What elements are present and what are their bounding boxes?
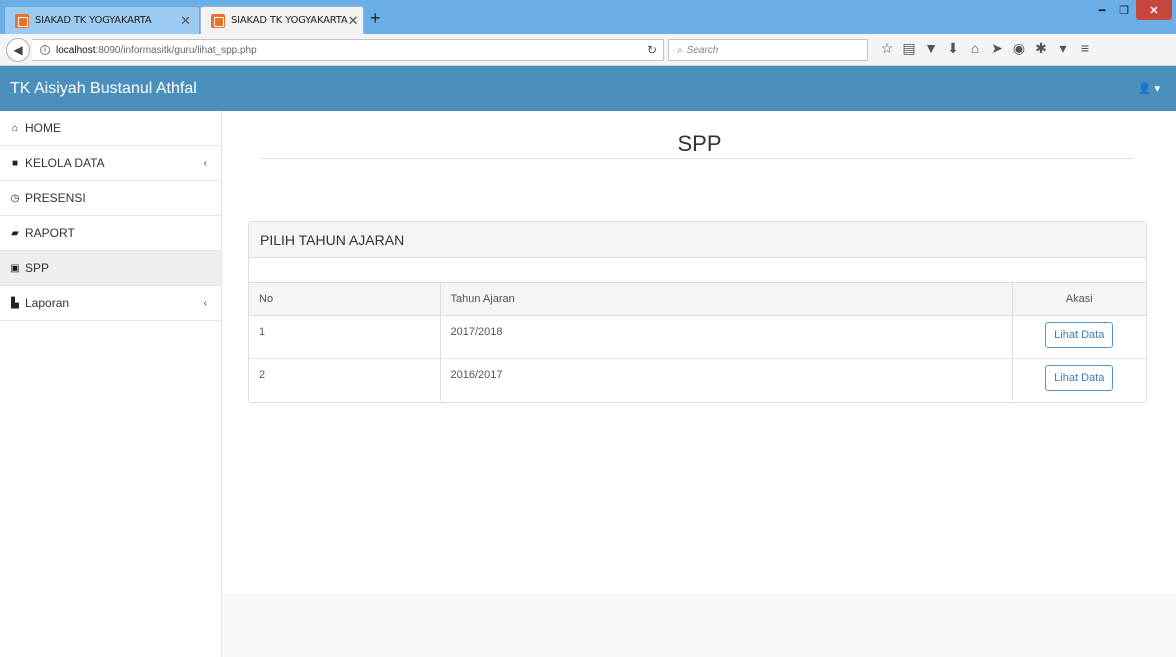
chat-icon[interactable]: ◉ <box>1012 40 1026 57</box>
sidebar-item-label: KELOLA DATA <box>25 156 105 170</box>
extension-icon[interactable]: ✱ <box>1034 40 1048 57</box>
url-host: localhost <box>56 44 96 56</box>
cell-akasi: Lihat Data <box>1012 358 1146 401</box>
column-header-tahun-ajaran: Tahun Ajaran <box>440 283 1013 316</box>
browser-toolbar: ☆ ▤ ▼ ⬇ ⌂ ➤ ◉ ✱ ▾ ≡ <box>880 40 1092 57</box>
sidebar-item-label: SPP <box>25 261 50 275</box>
sidebar-item-laporan[interactable]: ▙ Laporan ‹ <box>0 286 221 321</box>
sidebar-item-spp[interactable]: ▣ SPP <box>0 251 221 286</box>
column-header-akasi: Akasi <box>1012 283 1146 316</box>
sidebar-item-label: HOME <box>25 121 61 135</box>
sidebar-item-presensi[interactable]: ◷ PRESENSI <box>0 181 221 216</box>
chevron-left-icon: ‹ <box>203 297 207 309</box>
sidebar-item-label: RAPORT <box>25 226 75 240</box>
reload-icon[interactable]: ↻ <box>647 43 657 57</box>
site-favicon-icon <box>211 13 225 28</box>
tahun-ajaran-panel: PILIH TAHUN AJARAN No Tahun Ajaran Akasi… <box>248 221 1147 403</box>
tab-title: SIAKAD TK YOGYAKARTA <box>35 15 152 26</box>
url-path: :8090/informasitk/guru/lihat_spp.php <box>95 44 257 56</box>
search-icon: ⌕ <box>677 44 683 56</box>
tahun-ajaran-table: No Tahun Ajaran Akasi 1 2017/2018 Lihat … <box>249 283 1146 401</box>
info-icon[interactable]: i <box>40 45 50 55</box>
cell-no: 1 <box>249 315 441 359</box>
back-arrow-icon[interactable]: ◀ <box>6 38 30 62</box>
home-icon: ⌂ <box>11 122 19 134</box>
site-favicon-icon <box>15 13 29 28</box>
cell-no: 2 <box>249 358 441 401</box>
restore-window-icon[interactable]: ❐ <box>1114 0 1134 20</box>
sidebar: ⌂ HOME ■ KELOLA DATA ‹ ◷ PRESENSI ▰ RAPO… <box>0 111 222 657</box>
address-bar[interactable]: i localhost :8090/informasitk/guru/lihat… <box>32 39 664 61</box>
close-tab-icon[interactable]: ✕ <box>180 13 191 29</box>
chevron-down-icon: ▾ <box>1154 83 1160 95</box>
home-icon[interactable]: ⌂ <box>968 40 982 57</box>
sidebar-item-home[interactable]: ⌂ HOME <box>0 111 221 146</box>
cell-tahun-ajaran: 2016/2017 <box>440 358 1013 401</box>
sidebar-item-kelola-data[interactable]: ■ KELOLA DATA ‹ <box>0 146 221 181</box>
money-icon: ▣ <box>10 262 20 274</box>
browser-search-input[interactable]: ⌕ Search <box>668 39 868 61</box>
menu-icon[interactable]: ≡ <box>1078 40 1092 57</box>
page-title: SPP <box>677 131 722 156</box>
dropdown-icon[interactable]: ▾ <box>1056 40 1070 57</box>
download-icon[interactable]: ⬇ <box>946 40 960 57</box>
clock-icon: ◷ <box>10 192 20 204</box>
cell-akasi: Lihat Data <box>1012 315 1146 359</box>
panel-heading: PILIH TAHUN AJARAN <box>249 222 1146 258</box>
cell-tahun-ajaran: 2017/2018 <box>440 315 1013 359</box>
title-divider <box>260 158 1134 159</box>
file-icon: ▙ <box>11 297 19 309</box>
sidebar-item-label: Laporan <box>25 296 70 310</box>
tab-title: SIAKAD TK YOGYAKARTA <box>231 15 348 26</box>
close-window-icon[interactable]: ✕ <box>1136 0 1172 20</box>
browser-nav-bar: ◀ i localhost :8090/informasitk/guru/lih… <box>0 34 1176 66</box>
reading-list-icon[interactable]: ▤ <box>902 40 916 57</box>
send-icon[interactable]: ➤ <box>990 40 1004 57</box>
app-header: TK Aisiyah Bustanul Athfal 👤 ▾ <box>0 66 1176 111</box>
lihat-data-button[interactable]: Lihat Data <box>1045 321 1114 348</box>
user-icon: 👤 <box>1137 83 1152 95</box>
sidebar-item-label: PRESENSI <box>25 191 86 205</box>
browser-tab-bar: SIAKAD TK YOGYAKARTA ✕ SIAKAD TK YOGYAKA… <box>0 0 1176 34</box>
panel-spacer <box>249 258 1146 283</box>
close-tab-icon[interactable]: ✕ <box>348 13 359 29</box>
minimize-window-icon[interactable]: ━ <box>1092 0 1112 20</box>
book-icon: ▰ <box>11 227 19 239</box>
sidebar-item-raport[interactable]: ▰ RAPORT <box>0 216 221 251</box>
brand-title[interactable]: TK Aisiyah Bustanul Athfal <box>10 80 197 98</box>
user-menu[interactable]: 👤 ▾ <box>1138 82 1160 95</box>
bookmark-star-icon[interactable]: ☆ <box>880 40 894 57</box>
main-content: SPP PILIH TAHUN AJARAN No Tahun Ajaran A… <box>223 111 1176 594</box>
search-placeholder: Search <box>686 44 719 56</box>
column-header-no: No <box>249 283 441 316</box>
lihat-data-button[interactable]: Lihat Data <box>1045 364 1114 391</box>
table-row: 1 2017/2018 Lihat Data <box>249 315 1146 359</box>
new-tab-button[interactable]: + <box>370 8 381 28</box>
browser-tab-2[interactable]: SIAKAD TK YOGYAKARTA ✕ <box>200 6 364 34</box>
folder-icon: ■ <box>11 157 19 169</box>
chevron-left-icon: ‹ <box>203 157 207 169</box>
table-header-row: No Tahun Ajaran Akasi <box>249 283 1146 316</box>
browser-tab-1[interactable]: SIAKAD TK YOGYAKARTA ✕ <box>4 6 200 34</box>
pocket-icon[interactable]: ▼ <box>924 40 938 57</box>
table-row: 2 2016/2017 Lihat Data <box>249 358 1146 401</box>
